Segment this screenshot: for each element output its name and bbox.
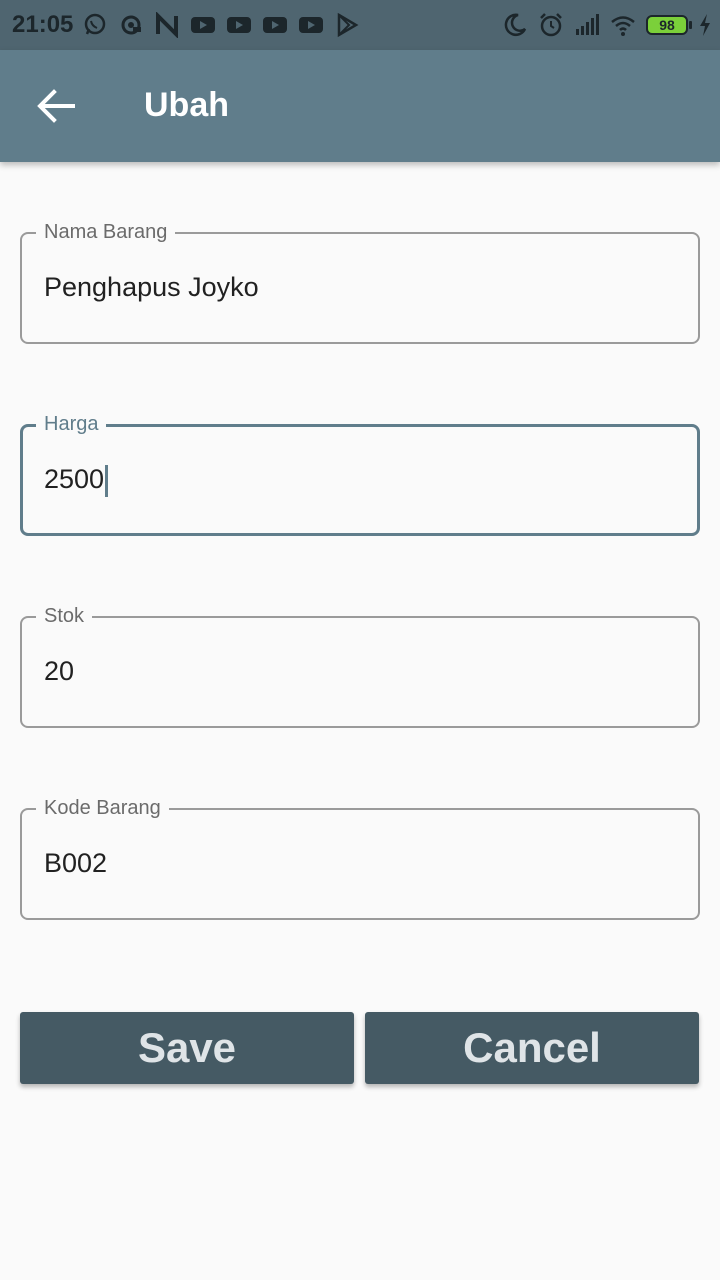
play-store-icon (337, 12, 359, 38)
nama-barang-label: Nama Barang (36, 220, 176, 244)
status-bar: 21:05 98 (0, 0, 720, 50)
kode-barang-label: Kode Barang (36, 796, 169, 820)
notification-icons (82, 12, 360, 38)
alarm-icon (540, 13, 562, 37)
kode-barang-input[interactable]: B002 (44, 846, 107, 880)
save-button[interactable]: Save (20, 1012, 354, 1084)
signal-icon (576, 14, 599, 35)
battery-icon: 98 (646, 15, 692, 35)
sync-icon (121, 15, 141, 35)
nama-barang-input[interactable]: Penghapus Joyko (44, 270, 259, 304)
wifi-icon (611, 16, 635, 36)
stok-field[interactable]: Stok 20 (20, 604, 700, 728)
nama-barang-field[interactable]: Nama Barang Penghapus Joyko (20, 220, 700, 344)
battery-level: 98 (659, 17, 675, 33)
youtube-icon (191, 17, 215, 33)
youtube-icon (227, 17, 251, 33)
kode-barang-field[interactable]: Kode Barang B002 (20, 796, 700, 920)
stok-input[interactable]: 20 (44, 654, 74, 688)
harga-input[interactable]: 2500 (44, 462, 109, 497)
moon-icon (504, 13, 527, 36)
system-icons: 98 (502, 10, 712, 40)
harga-field[interactable]: Harga 2500 (20, 412, 700, 536)
status-time: 21:05 (12, 11, 74, 38)
harga-label: Harga (36, 412, 107, 436)
harga-value: 2500 (44, 464, 105, 494)
page-title: Ubah (144, 86, 229, 124)
arrow-left-icon (37, 89, 75, 123)
youtube-icon (263, 17, 287, 33)
youtube-icon (299, 17, 323, 33)
whatsapp-icon (84, 13, 106, 35)
n-app-icon (156, 12, 178, 38)
app-bar: Ubah (0, 50, 720, 162)
cancel-button[interactable]: Cancel (365, 1012, 699, 1084)
stok-label: Stok (36, 604, 93, 628)
back-button[interactable] (28, 82, 84, 130)
charging-icon (700, 14, 710, 36)
text-cursor (105, 464, 109, 497)
